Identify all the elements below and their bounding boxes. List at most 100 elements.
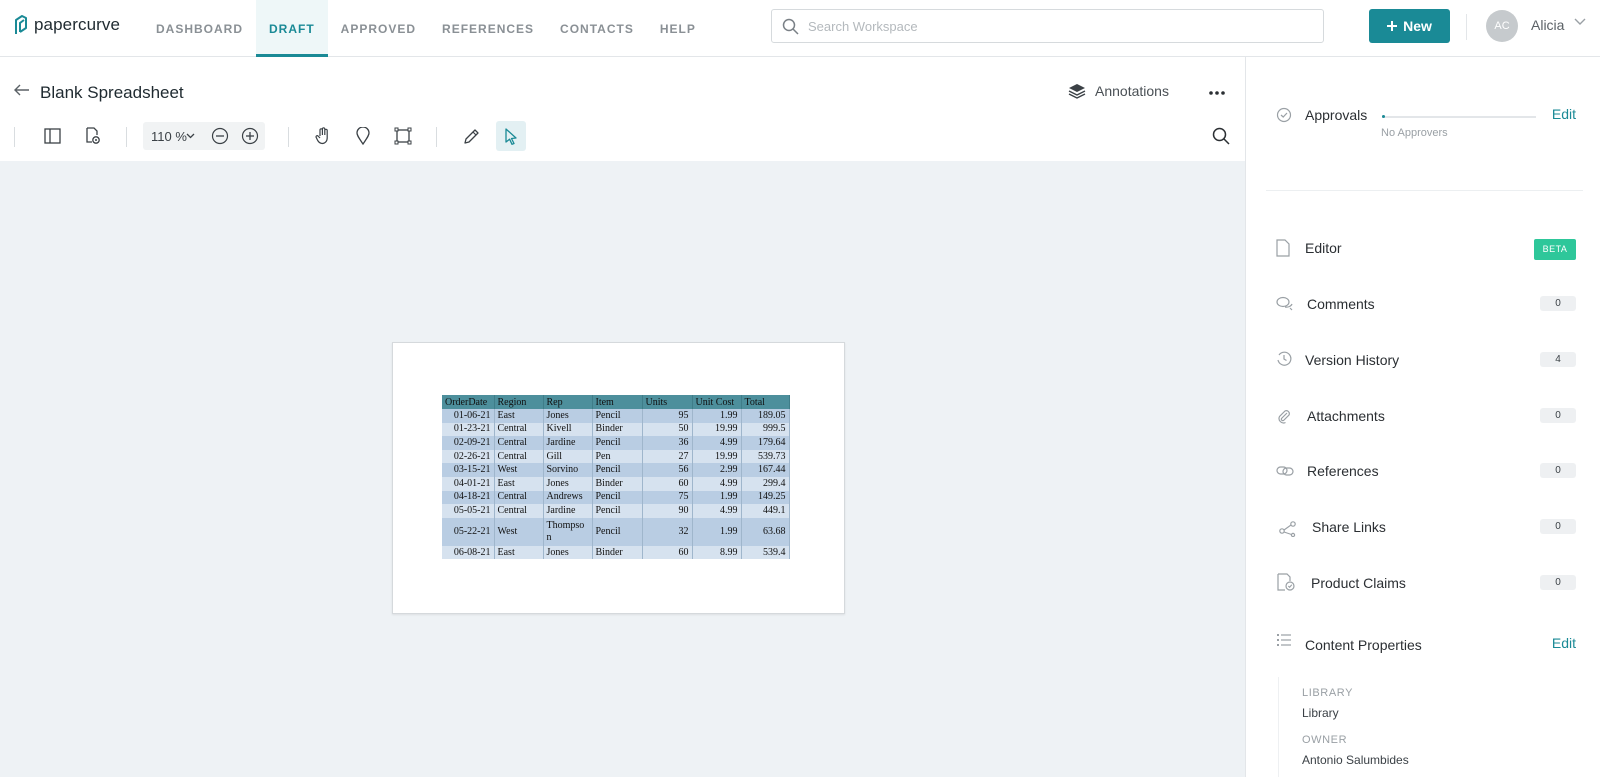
- comments-label: Comments: [1307, 296, 1375, 312]
- sidebar-item-version-history[interactable]: Version History 4: [1246, 340, 1600, 380]
- table-cell: Pencil: [592, 463, 643, 477]
- pin-icon: [356, 127, 370, 145]
- table-cell: 95: [642, 409, 693, 423]
- nav-contacts[interactable]: CONTACTS: [547, 0, 647, 57]
- draw-tool-button[interactable]: [456, 121, 486, 151]
- zoom-in-icon[interactable]: [241, 127, 259, 145]
- table-row: 02-26-21 Central Gill Pen 27 19.99 539.7…: [442, 449, 790, 464]
- table-row: 02-09-21 Central Jardine Pencil 36 4.99 …: [442, 436, 790, 450]
- chevron-down-icon[interactable]: [1574, 18, 1586, 26]
- version-history-label: Version History: [1305, 352, 1400, 368]
- table-row: 05-05-21 Central Jardine Pencil 90 4.99 …: [442, 504, 790, 518]
- table-cell: 167.44: [741, 463, 790, 477]
- avatar[interactable]: AC: [1486, 10, 1518, 42]
- user-name[interactable]: Alicia: [1531, 17, 1564, 33]
- owner-value: Antonio Salumbides: [1302, 753, 1409, 767]
- nav-approved[interactable]: APPROVED: [328, 0, 429, 57]
- attachments-count: 0: [1540, 408, 1576, 423]
- table-cell: Central: [494, 436, 544, 450]
- table-cell: Pencil: [592, 504, 643, 518]
- link-icon: [1276, 466, 1294, 476]
- right-sidebar: Approvals Edit No Approvers Editor BETA …: [1245, 57, 1600, 777]
- top-divider: [1466, 14, 1467, 40]
- sidebar-item-attachments[interactable]: Attachments 0: [1246, 396, 1600, 436]
- comments-count: 0: [1540, 296, 1576, 311]
- select-tool-button[interactable]: [496, 121, 526, 151]
- table-cell: 02-26-21: [442, 449, 495, 464]
- approvals-edit-link[interactable]: Edit: [1552, 106, 1576, 122]
- annotations-button[interactable]: Annotations: [1068, 82, 1169, 100]
- page-settings-button[interactable]: [77, 121, 107, 151]
- table-row: 04-18-21 Central Andrews Pencil 75 1.99 …: [442, 490, 790, 505]
- document-canvas[interactable]: OrderDate Region Rep Item Units Unit Cos…: [0, 161, 1245, 777]
- zoom-value: 110: [151, 129, 172, 144]
- sidebar-item-share-links[interactable]: Share Links 0: [1246, 507, 1600, 547]
- layers-icon: [1068, 84, 1086, 99]
- table-cell: 1.99: [692, 409, 742, 423]
- table-cell: 4.99: [692, 476, 742, 491]
- table-cell: Jardine: [543, 436, 593, 450]
- nav-draft[interactable]: DRAFT: [256, 0, 328, 57]
- content-properties-section: Content Properties Edit: [1246, 619, 1600, 659]
- back-arrow-icon[interactable]: [14, 84, 30, 96]
- search-input[interactable]: [772, 10, 1323, 42]
- table-cell: Kivell: [543, 422, 593, 437]
- references-count: 0: [1540, 463, 1576, 478]
- library-value: Library: [1302, 706, 1339, 720]
- sidebar-item-references[interactable]: References 0: [1246, 451, 1600, 491]
- crop-tool-button[interactable]: [388, 121, 418, 151]
- table-row: 04-01-21 East Jones Binder 60 4.99 299.4: [442, 476, 790, 491]
- zoom-chevron-icon[interactable]: [186, 133, 195, 139]
- pan-tool-button[interactable]: [308, 121, 338, 151]
- check-circle-icon: [1276, 107, 1292, 123]
- zoom-select[interactable]: 110 %: [151, 129, 187, 144]
- table-cell: Binder: [592, 545, 643, 560]
- document-title: Blank Spreadsheet: [40, 83, 184, 102]
- table-cell: 63.68: [741, 517, 790, 546]
- sidebar-toggle-button[interactable]: [37, 121, 67, 151]
- table-cell: 8.99: [692, 545, 742, 560]
- pin-tool-button[interactable]: [348, 121, 378, 151]
- hand-icon: [315, 127, 328, 145]
- zoom-out-icon[interactable]: [211, 127, 229, 145]
- new-button[interactable]: New: [1369, 9, 1450, 43]
- table-cell: 04-18-21: [442, 490, 495, 505]
- top-bar: papercurve DASHBOARD DRAFT APPROVED REFE…: [0, 0, 1600, 57]
- table-cell: Jones: [543, 545, 593, 560]
- search-icon: [1212, 127, 1230, 145]
- cursor-icon: [505, 127, 517, 145]
- search-document-button[interactable]: [1206, 121, 1236, 151]
- library-key: LIBRARY: [1302, 687, 1354, 699]
- share-links-label: Share Links: [1312, 519, 1386, 535]
- search-icon: [782, 18, 799, 35]
- approvals-progress-dot: [1382, 115, 1385, 118]
- table-cell: Pencil: [592, 436, 643, 450]
- main-nav: DASHBOARD DRAFT APPROVED REFERENCES CONT…: [143, 0, 709, 57]
- content-properties-edit-link[interactable]: Edit: [1552, 635, 1576, 651]
- nav-dashboard[interactable]: DASHBOARD: [143, 0, 256, 57]
- document-page[interactable]: OrderDate Region Rep Item Units Unit Cos…: [392, 342, 845, 614]
- logo[interactable]: papercurve: [14, 14, 120, 36]
- table-row: 01-06-21 East Jones Pencil 95 1.99 189.0…: [442, 409, 790, 423]
- nav-help[interactable]: HELP: [647, 0, 709, 57]
- sidebar-item-comments[interactable]: Comments 0: [1246, 284, 1600, 324]
- sidebar-item-product-claims[interactable]: Product Claims 0: [1246, 563, 1600, 603]
- search-box: [771, 9, 1324, 43]
- more-options-icon[interactable]: [1208, 84, 1226, 102]
- table-cell: 539.73: [741, 449, 790, 464]
- table-cell: Pen: [592, 449, 643, 464]
- table-cell: Pencil: [592, 409, 643, 423]
- new-button-label: New: [1403, 18, 1432, 34]
- table-row: 01-23-21 Central Kivell Binder 50 19.99 …: [442, 422, 790, 437]
- papercurve-logo-icon: [15, 15, 27, 34]
- table-cell: East: [494, 476, 544, 491]
- nav-references[interactable]: REFERENCES: [429, 0, 547, 57]
- table-cell: Binder: [592, 476, 643, 491]
- beta-badge: BETA: [1534, 239, 1576, 260]
- list-icon: [1277, 634, 1291, 646]
- table-cell: 539.4: [741, 545, 790, 560]
- sidebar-item-editor[interactable]: Editor BETA: [1246, 228, 1600, 268]
- table-cell: West: [494, 463, 544, 477]
- table-cell: 189.05: [741, 409, 790, 423]
- table-row: 06-08-21 East Jones Binder 60 8.99 539.4: [442, 545, 790, 560]
